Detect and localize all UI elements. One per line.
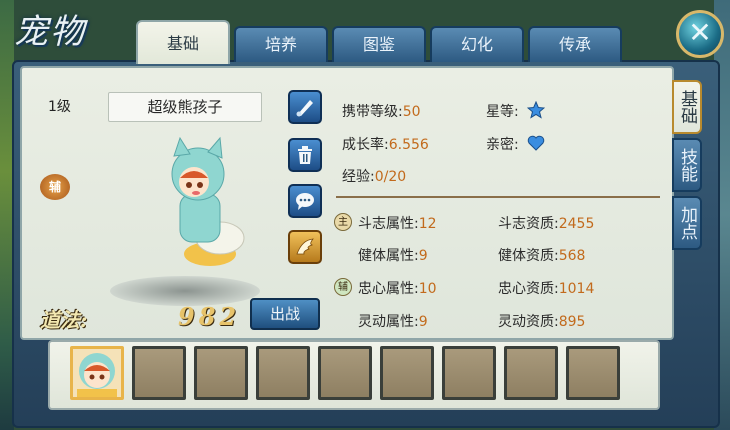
carry-level-value: 50 [402, 104, 421, 120]
growth-label: 成长率: [342, 137, 389, 153]
tab-basic[interactable]: 基础 [136, 20, 230, 64]
aptitude-value: 568 [558, 248, 586, 264]
intimacy: 亲密: [486, 134, 545, 154]
pet-slot-7[interactable] [442, 346, 496, 400]
attr-label: 健体属性: [358, 248, 419, 264]
close-icon: ✕ [688, 16, 712, 49]
aptitude-value: 1014 [558, 281, 595, 297]
aptitude-row-3: 忠心资质:1014 [498, 278, 594, 298]
attr-label: 灵动属性: [358, 314, 419, 330]
exp-label: 经验: [342, 169, 375, 185]
star-icon [526, 100, 546, 119]
rename-button[interactable] [288, 90, 322, 124]
attr-value: 9 [418, 248, 428, 264]
intimacy-label: 亲密: [486, 137, 519, 153]
tab-collection[interactable]: 图鉴 [332, 26, 426, 62]
pet-slot-8[interactable] [504, 346, 558, 400]
fly-button[interactable] [288, 230, 322, 264]
pet-name: 超级熊孩子 [108, 92, 262, 122]
sub-attr-badge: 辅 [334, 278, 352, 296]
pet-rank-badge: 辅 [40, 174, 70, 200]
attr-label: 斗志属性: [358, 216, 419, 232]
close-button[interactable]: ✕ [676, 10, 724, 58]
score-value: 982 [178, 302, 241, 331]
score-label: 道法: [40, 308, 88, 332]
pet-portrait-icon [77, 353, 117, 397]
pet-slot-6[interactable] [380, 346, 434, 400]
tab-transform[interactable]: 幻化 [430, 26, 524, 62]
growth-rate: 成长率:6.556 [342, 134, 429, 154]
attr-row-2: 健体属性:9 [358, 245, 428, 265]
pet-character-image [171, 136, 245, 266]
main-attr-badge: 主 [334, 213, 352, 231]
aptitude-value: 2455 [558, 216, 595, 232]
star-label: 星等: [486, 104, 519, 120]
aptitude-row-4: 灵动资质:895 [498, 311, 585, 331]
pet-slot-1[interactable] [70, 346, 124, 400]
aptitude-row-2: 健体资质:568 [498, 245, 585, 265]
aptitude-label: 斗志资质: [498, 216, 559, 232]
attr-row-4: 灵动属性:9 [358, 311, 428, 331]
release-button[interactable] [288, 138, 322, 172]
side-tab-skills[interactable]: 技能 [672, 138, 702, 192]
tab-cultivate[interactable]: 培养 [234, 26, 328, 62]
aptitude-label: 健体资质: [498, 248, 559, 264]
aptitude-row-1: 斗志资质:2455 [498, 213, 594, 233]
aptitude-value: 895 [558, 314, 586, 330]
attr-row-3: 忠心属性:10 [358, 278, 437, 298]
chat-icon [296, 193, 314, 210]
pet-slot-5[interactable] [318, 346, 372, 400]
pet-slot-2[interactable] [132, 346, 186, 400]
attr-value: 12 [418, 216, 437, 232]
brush-icon [296, 100, 313, 117]
attr-row-1: 斗志属性:12 [358, 213, 437, 233]
pet-level: 1级 [48, 99, 71, 115]
pet-slot-4[interactable] [256, 346, 310, 400]
experience: 经验:0/20 [342, 166, 406, 186]
tab-inherit[interactable]: 传承 [528, 26, 622, 62]
attr-label: 忠心属性: [358, 281, 419, 297]
carry-level: 携带等级:50 [342, 101, 421, 121]
exp-value: 0/20 [374, 169, 407, 185]
heart-icon [527, 135, 545, 151]
side-tab-basic[interactable]: 基础 [672, 80, 702, 134]
attr-value: 9 [418, 314, 428, 330]
section-divider [336, 196, 660, 198]
star-rating: 星等: [486, 100, 546, 121]
wing-icon [296, 238, 314, 255]
trash-icon [298, 146, 312, 164]
carry-level-label: 携带等级: [342, 104, 403, 120]
window-title: 宠物 [14, 12, 86, 52]
pet-slot-3[interactable] [194, 346, 248, 400]
deploy-button[interactable]: 出战 [250, 298, 320, 330]
aptitude-label: 灵动资质: [498, 314, 559, 330]
aptitude-label: 忠心资质: [498, 281, 559, 297]
chat-button[interactable] [288, 184, 322, 218]
pet-slot-9[interactable] [566, 346, 620, 400]
growth-value: 6.556 [388, 137, 429, 153]
side-tab-points[interactable]: 加点 [672, 196, 702, 250]
attr-value: 10 [418, 281, 437, 297]
